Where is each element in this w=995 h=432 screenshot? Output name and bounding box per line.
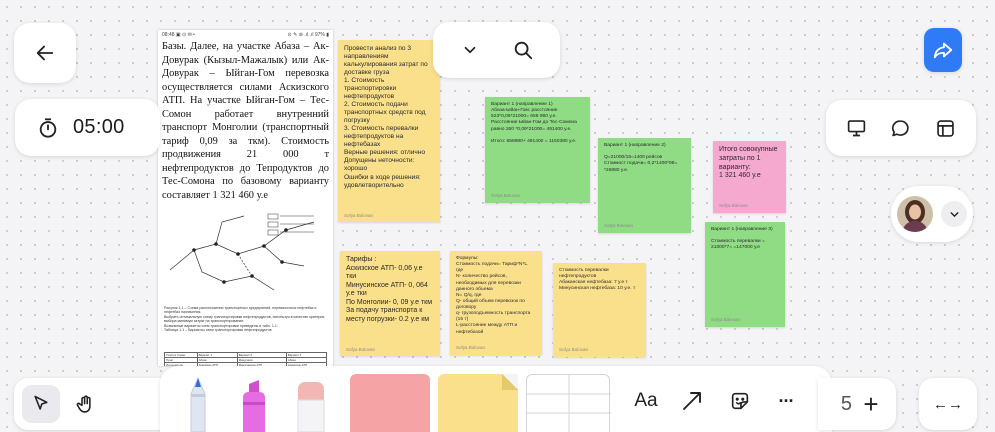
select-tool-button[interactable] [22,385,60,423]
cursor-icon [31,394,51,414]
more-label: ··· [778,390,795,411]
share-button[interactable] [924,28,962,72]
note-author: Sofya Bolovan [559,347,589,353]
search-icon[interactable] [503,30,543,70]
text-tool-label: Aa [634,390,658,411]
document-caption: Рисунок 1.1 – Схема расположения транспо… [164,306,325,333]
note-author: Sofya Bolovan [344,212,374,218]
note-text: Итого совокупные затраты по 1 варианту: … [719,146,778,180]
note-text: Тарифы : Аскизское АТП- 0,06 у.е тки Мин… [346,256,433,323]
fit-width-button[interactable]: ←→ [919,378,977,430]
pen-tool[interactable] [174,370,222,432]
right-actions-panel [826,100,976,156]
note-text: Вариант 1 (направление 3) Стоимость пере… [711,227,773,251]
note-text: Стоимость перевалки нефтепродуктов Абака… [559,268,636,292]
creation-toolbar: Aa ··· [160,366,832,432]
add-label: + [863,388,879,419]
sticky-note-total[interactable]: Итого совокупные затраты по 1 варианту: … [713,141,786,213]
sticker-tool-button[interactable] [716,382,764,420]
note-text: Провести анализ по 3 направлениям кальку… [344,45,428,189]
sticky-note-formulas[interactable]: Формулы: Стоимость подачи= Тариф*N*L. гд… [450,251,542,355]
route-map-figure [169,213,315,291]
arrow-diagonal-icon [680,389,704,413]
note-author: Sofya Bolovan [456,345,486,351]
share-icon [932,39,954,61]
connector-tool-button[interactable] [668,382,716,420]
comment-icon[interactable] [883,110,919,146]
sticky-note-tariffs[interactable]: Тарифы : Аскизское АТП- 0,06 у.е тки Мин… [340,251,440,356]
user-avatar-menu[interactable] [891,186,973,242]
page-curl [502,374,518,390]
note-author: Sofya Bolovan [604,223,634,229]
status-left: 08:48 ▣ ⊙ ✉ • [162,32,195,38]
timer-value: 05:00 [73,116,125,138]
creation-actions: Aa ··· [624,370,808,432]
tool-mode-panel [14,378,174,430]
note-author: Sofya Bolovan [346,346,376,352]
document-image[interactable]: 08:48 ▣ ⊙ ✉ • ⊙ ✎ ⊚ .ıl .ıl 97% ▮ Базы. … [158,30,333,366]
top-center-controls [433,22,560,78]
pan-tool-button[interactable] [66,385,104,423]
hand-icon [75,394,96,415]
note-author: Sofya Bolovan [719,203,749,209]
note-author: Sofya Bolovan [711,317,741,323]
status-right: ⊙ ✎ ⊚ .ıl .ıl 97% ▮ [287,32,329,38]
sticky-note-transfer[interactable]: Стоимость перевалки нефтепродуктов Абака… [553,263,646,357]
text-tool-button[interactable]: Aa [624,382,668,420]
highlighter-tool[interactable] [230,370,278,432]
note-text: Формулы: Стоимость подачи= Тариф*N*L. гд… [456,256,531,335]
document-table: Участок схемы Вариант 1 Вариант 2 Вариант 3… [164,352,328,366]
zoom-in-button[interactable]: + [854,385,888,423]
back-button[interactable] [14,23,76,83]
note-text: Вариант 1 (направление 1) Абаза-Ыйан-Гом… [491,102,577,144]
zoom-partial: 5 [840,392,852,415]
timer-panel[interactable]: 05:00 [15,99,160,156]
layout-icon[interactable] [928,110,964,146]
sticky-note-tool-yellow[interactable] [438,374,518,432]
sticky-note-variant1-dir2[interactable]: Вариант 1 (направление 2) Q=21000/15=140… [598,138,691,233]
sticky-note-tool-pink[interactable] [350,374,430,432]
avatar [897,196,933,232]
document-body-text: Базы. Далее, на участке Абаза – Ак-Довур… [162,41,329,201]
eraser-tool[interactable] [286,370,336,432]
document-phone-status-bar: 08:48 ▣ ⊙ ✉ • ⊙ ✎ ⊚ .ıl .ıl 97% ▮ [158,30,333,40]
arrow-left-icon [34,42,56,64]
note-author: Sofya Bolovan [491,193,521,199]
presentation-icon[interactable] [838,110,874,146]
chevron-down-icon [941,201,967,227]
sticky-note-variant1-dir3[interactable]: Вариант 1 (направление 3) Стоимость пере… [705,222,785,327]
sticky-note-variant1[interactable]: Вариант 1 (направление 1) Абаза-Ыйан-Гом… [485,97,590,203]
more-tools-button[interactable]: ··· [764,382,808,420]
sticker-icon [729,390,751,412]
stopwatch-icon [37,117,59,139]
fit-label: ←→ [933,395,963,413]
chevron-down-icon[interactable] [450,30,490,70]
note-text: Вариант 1 (направление 2) Q=21000/15=140… [604,143,678,173]
sticky-note-analysis[interactable]: Провести анализ по 3 направлениям кальку… [338,40,440,222]
table-tool[interactable] [526,374,611,432]
zoom-panel: 5 + [818,378,896,430]
